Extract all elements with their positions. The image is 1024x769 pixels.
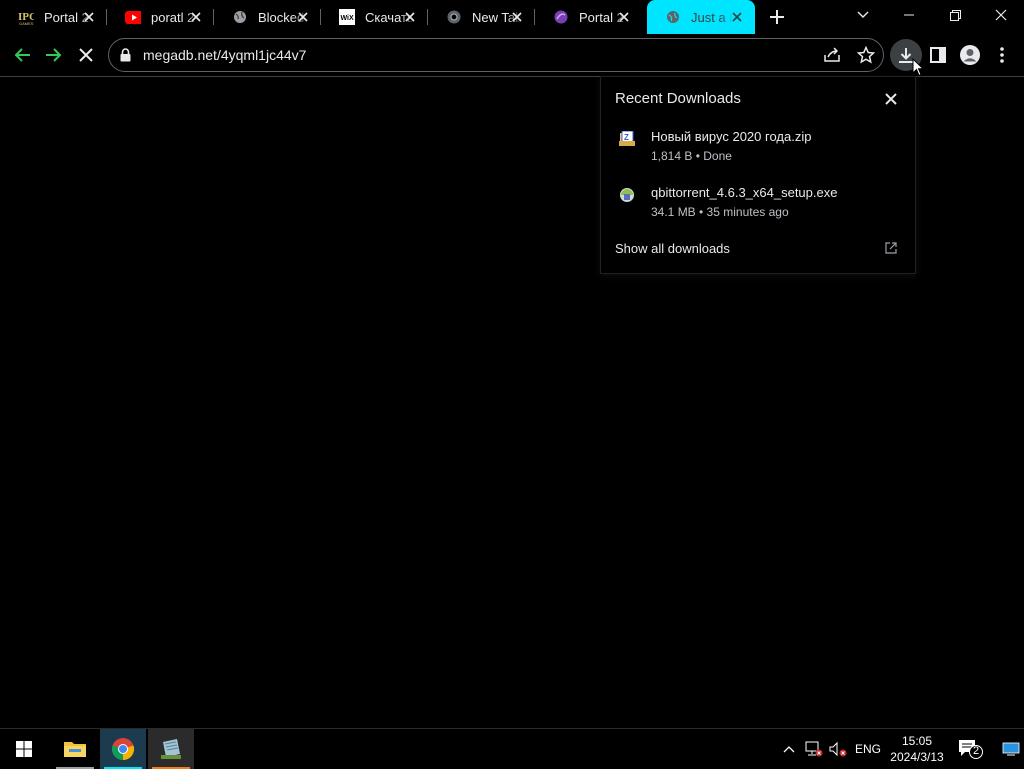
- stop-loading-button[interactable]: [70, 39, 102, 71]
- volume-tray-button[interactable]: [826, 729, 850, 769]
- zip-archive-icon: Z: [619, 130, 635, 147]
- svg-text:WiX: WiX: [341, 15, 354, 22]
- clock-button[interactable]: 15:05 2024/3/13: [884, 729, 950, 769]
- avatar-icon: [960, 45, 980, 65]
- tab-just-a-moment[interactable]: Just a moment: [647, 0, 755, 34]
- volume-muted-icon: [829, 741, 847, 757]
- tab-new-tab[interactable]: New Tab: [428, 0, 535, 34]
- more-vert-icon: [1000, 47, 1004, 63]
- close-tab-icon[interactable]: [295, 9, 311, 25]
- chevron-up-icon: [783, 746, 795, 753]
- download-filename: qbittorrent_4.6.3_x64_setup.exe: [651, 185, 838, 200]
- start-button[interactable]: [0, 729, 48, 769]
- close-tab-icon[interactable]: [81, 9, 97, 25]
- plus-icon: [770, 10, 784, 24]
- clock-date: 2024/3/13: [890, 750, 944, 764]
- tab-poratl-2[interactable]: poratl 2: [107, 0, 214, 34]
- close-icon: [885, 93, 897, 105]
- lock-icon[interactable]: [120, 48, 131, 67]
- network-tray-button[interactable]: [802, 729, 826, 769]
- tab-strip: IPC GAMES Portal 2 poratl 2 Blocked WiX С…: [0, 0, 1024, 34]
- tab-title: Just a moment: [691, 9, 733, 25]
- close-icon: [995, 9, 1007, 21]
- share-icon[interactable]: [823, 47, 841, 68]
- wix-icon: WiX: [339, 9, 355, 25]
- tab-portal-2[interactable]: IPC GAMES Portal 2: [0, 0, 107, 34]
- language-indicator: ENG: [854, 742, 881, 756]
- input-language-button[interactable]: ENG: [852, 729, 884, 769]
- close-tab-icon[interactable]: [402, 9, 418, 25]
- close-tab-icon[interactable]: [729, 9, 745, 25]
- new-tab-button[interactable]: [765, 5, 789, 29]
- globe-icon: [232, 9, 248, 25]
- notification-count-badge: 2: [973, 745, 980, 757]
- desktop-icon: [1002, 742, 1020, 756]
- show-desktop-button[interactable]: [998, 729, 1024, 769]
- windows-logo-icon: [16, 741, 32, 757]
- tab-portal-2-b[interactable]: Portal 2: [535, 0, 642, 34]
- close-window-button[interactable]: [978, 0, 1024, 30]
- download-item-zip[interactable]: Z Новый вирус 2020 года.zip 1,814 B • Do…: [615, 129, 905, 169]
- ipc-games-icon: IPC GAMES: [18, 9, 34, 25]
- download-filename: Новый вирус 2020 года.zip: [651, 129, 812, 144]
- taskbar-file-explorer[interactable]: [52, 729, 98, 769]
- tab-search-button[interactable]: [840, 0, 886, 30]
- youtube-icon: [125, 9, 141, 25]
- chrome-icon: [446, 9, 462, 25]
- side-panel-icon: [930, 47, 946, 63]
- close-downloads-button[interactable]: [883, 91, 899, 107]
- close-tab-icon[interactable]: [509, 9, 525, 25]
- arrow-right-icon: [46, 48, 62, 62]
- show-hidden-icons-button[interactable]: [778, 729, 800, 769]
- download-item-exe[interactable]: qbittorrent_4.6.3_x64_setup.exe 34.1 MB …: [615, 185, 905, 225]
- network-icon: [805, 741, 823, 757]
- profile-button[interactable]: [954, 39, 986, 71]
- address-bar[interactable]: megadb.net/4yqml1jc44v7: [108, 38, 884, 72]
- tab-skachat[interactable]: WiX Скачать: [321, 0, 428, 34]
- windows-taskbar: ENG 15:05 2024/3/13 2: [0, 728, 1024, 769]
- restore-button[interactable]: [932, 0, 978, 30]
- minimize-button[interactable]: [886, 0, 932, 30]
- action-center-button[interactable]: 2: [952, 729, 988, 769]
- close-tab-icon[interactable]: [616, 9, 632, 25]
- close-icon: [79, 48, 93, 62]
- installer-icon: [619, 187, 635, 203]
- open-in-new-icon[interactable]: [885, 241, 897, 259]
- svg-text:Z: Z: [624, 133, 629, 142]
- mouse-cursor-icon: [912, 57, 925, 82]
- taskbar-chrome[interactable]: [100, 729, 146, 769]
- notebook-app-icon: [161, 739, 181, 759]
- restore-icon: [949, 9, 961, 21]
- forward-button[interactable]: [38, 39, 70, 71]
- chrome-icon: [111, 738, 135, 761]
- downloads-bubble: Recent Downloads Z Новый вирус 2020 года…: [600, 76, 916, 274]
- back-button[interactable]: [6, 39, 38, 71]
- minimize-icon: [904, 14, 914, 16]
- bookmark-star-icon[interactable]: [856, 45, 876, 69]
- svg-text:GAMES: GAMES: [19, 21, 34, 25]
- chevron-down-icon: [857, 11, 869, 18]
- folder-icon: [64, 742, 86, 757]
- loading-globe-icon: [665, 9, 681, 25]
- arrow-left-icon: [14, 48, 30, 62]
- menu-button[interactable]: [986, 39, 1018, 71]
- side-panel-button[interactable]: [922, 39, 954, 71]
- download-status: 1,814 B • Done: [651, 149, 732, 163]
- taskbar-app-notebook[interactable]: [148, 729, 194, 769]
- clock-time: 15:05: [901, 734, 933, 748]
- browser-toolbar: megadb.net/4yqml1jc44v7: [0, 34, 1024, 77]
- downloads-heading: Recent Downloads: [615, 90, 741, 107]
- show-all-downloads-link[interactable]: Show all downloads: [615, 241, 730, 256]
- url-text[interactable]: megadb.net/4yqml1jc44v7: [143, 47, 306, 63]
- close-tab-icon[interactable]: [188, 9, 204, 25]
- purple-portal-icon: [553, 9, 569, 25]
- download-status: 34.1 MB • 35 minutes ago: [651, 205, 789, 219]
- tab-blocked[interactable]: Blocked: [214, 0, 321, 34]
